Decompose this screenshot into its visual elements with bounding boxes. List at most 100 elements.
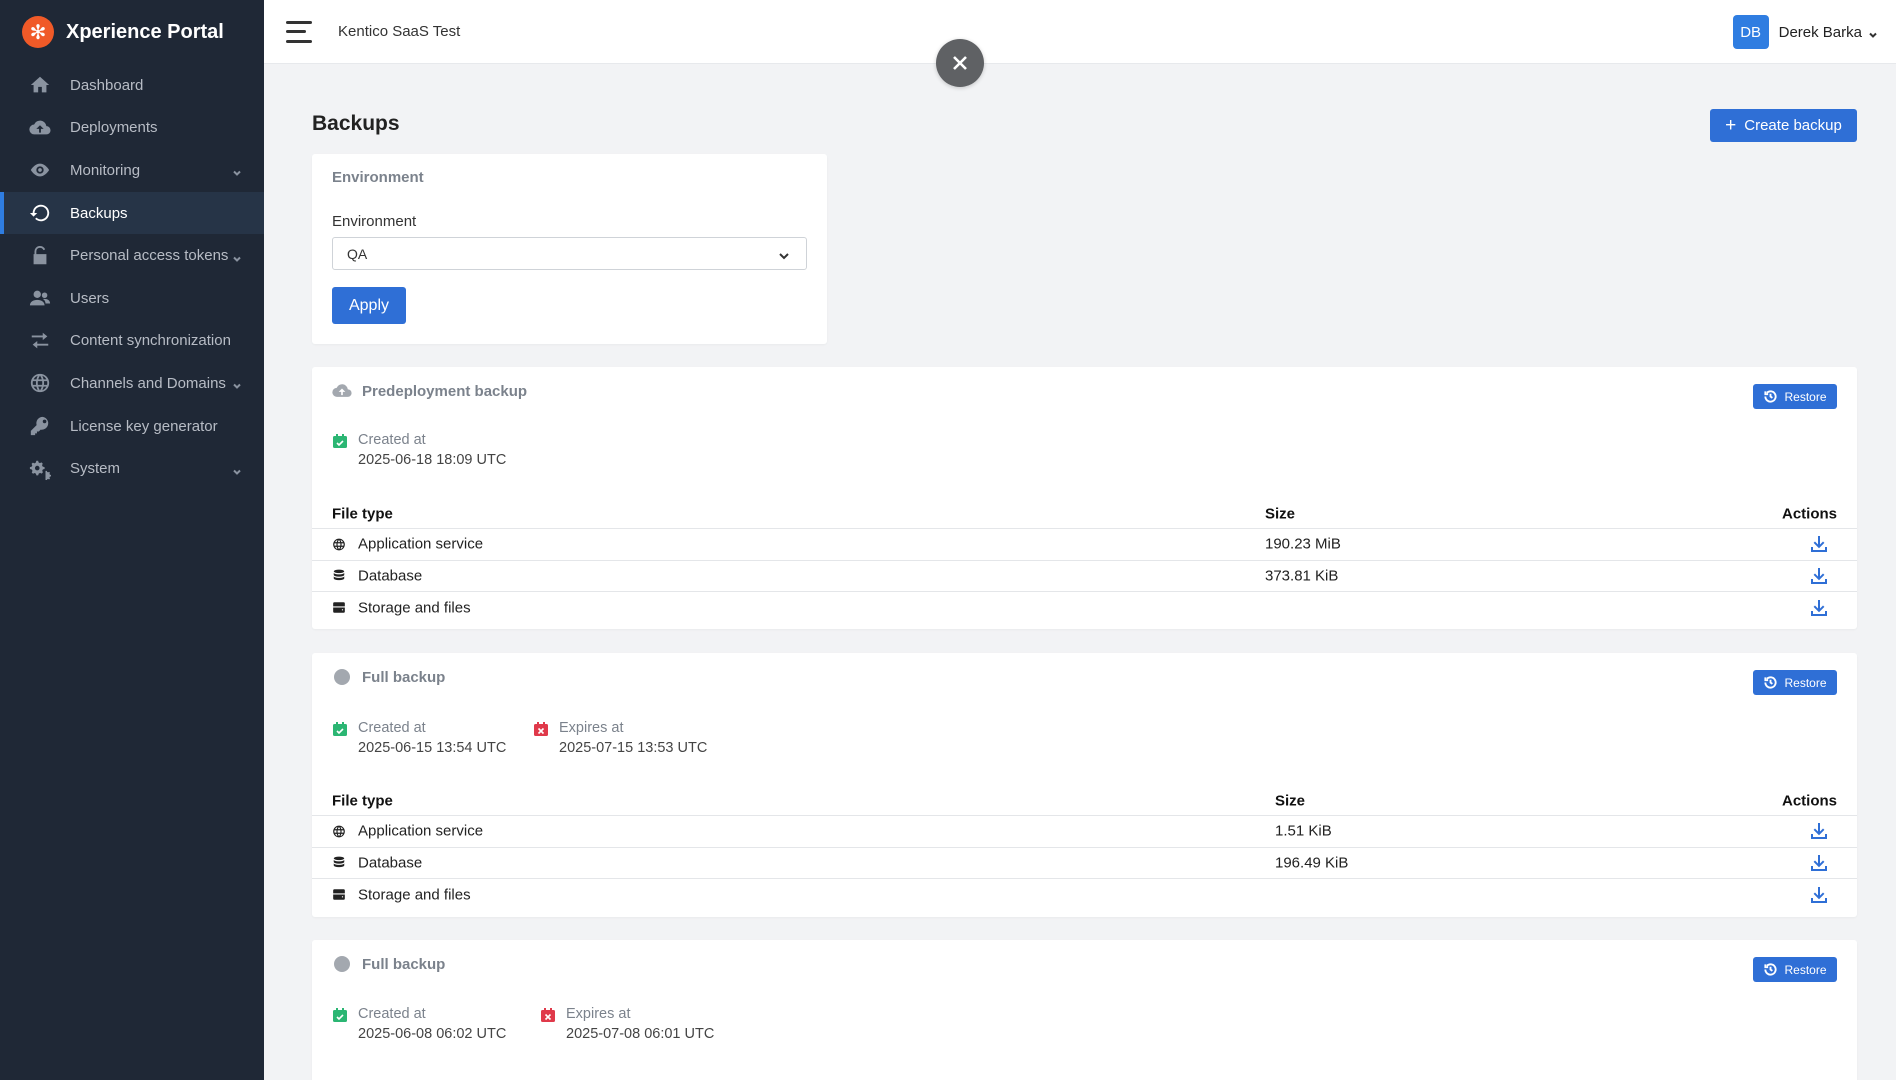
sidebar-item-personal-access-tokens[interactable]: Personal access tokens (0, 234, 264, 277)
top-header: Kentico SaaS Test DB Derek Barka (264, 0, 1896, 64)
sidebar-item-label: Content synchronization (70, 332, 231, 350)
col-actions: Actions (1781, 505, 1837, 522)
sidebar-item-monitoring[interactable]: Monitoring (0, 149, 264, 192)
created-at: Created at 2025-06-15 13:54 UTC (332, 720, 506, 756)
expires-at: Expires at 2025-07-15 13:53 UTC (533, 720, 707, 756)
brand[interactable]: ✻ Xperience Portal (0, 0, 264, 64)
sidebar-item-dashboard[interactable]: Dashboard (0, 64, 264, 107)
created-label: Created at (358, 432, 426, 448)
backup-card: Full backup Restore Created at 2025-06-1… (312, 653, 1857, 917)
restore-label: Restore (1784, 389, 1827, 404)
globe-icon (28, 371, 52, 395)
sidebar-item-system[interactable]: System (0, 447, 264, 490)
table-row: Application service 1.51 KiB (312, 816, 1857, 848)
restore-button[interactable]: Restore (1753, 957, 1837, 982)
download-icon[interactable] (1809, 853, 1829, 873)
sidebar-item-license-key-generator[interactable]: License key generator (0, 405, 264, 448)
created-label: Created at (358, 720, 426, 736)
sidebar-item-label: Backups (70, 204, 128, 222)
download-icon[interactable] (1809, 885, 1829, 905)
backup-card: Predeployment backup Restore Created at … (312, 367, 1857, 629)
close-button[interactable] (936, 39, 984, 87)
download-icon[interactable] (1809, 534, 1829, 554)
restore-button[interactable]: Restore (1753, 670, 1837, 695)
sidebar-item-users[interactable]: Users (0, 277, 264, 320)
environment-filter-card: Environment Environment QA Apply (312, 154, 827, 344)
storage-icon (332, 601, 346, 615)
environment-select[interactable]: QA (332, 237, 807, 270)
restore-icon (1764, 676, 1778, 689)
menu-toggle-icon[interactable] (286, 20, 314, 43)
download-icon[interactable] (1809, 566, 1829, 586)
backup-title: Predeployment backup (332, 381, 527, 401)
created-value: 2025-06-15 13:54 UTC (358, 740, 507, 756)
file-size: 373.81 KiB (1265, 567, 1339, 585)
cloud-upload-icon (332, 381, 352, 401)
file-type: Application service (358, 535, 484, 553)
expires-label: Expires at (566, 1006, 631, 1022)
sidebar-item-deployments[interactable]: Deployments (0, 107, 264, 150)
file-size: 190.23 MiB (1265, 535, 1341, 553)
key-icon (28, 414, 52, 438)
backup-title: Full backup (332, 954, 445, 974)
create-backup-label: Create backup (1744, 117, 1842, 134)
files-table: File type Size Actions Application servi… (312, 499, 1857, 624)
file-size: 196.49 KiB (1275, 854, 1349, 872)
environment-label: Environment (332, 213, 417, 230)
expires-value: 2025-07-15 13:53 UTC (559, 740, 708, 756)
calendar-x-icon (540, 1007, 556, 1023)
sidebar-item-label: System (70, 460, 121, 478)
calendar-check-icon (332, 1007, 348, 1023)
restore-icon (1764, 963, 1778, 976)
circle-icon (332, 667, 352, 687)
file-type: Database (358, 854, 423, 872)
sidebar-item-label: License key generator (70, 417, 218, 435)
project-name: Kentico SaaS Test (338, 23, 461, 40)
calendar-check-icon (332, 433, 348, 449)
restore-button[interactable]: Restore (1753, 384, 1837, 409)
backup-title-text: Full backup (362, 668, 446, 686)
database-icon (332, 856, 346, 870)
globe-icon (332, 824, 346, 838)
backup-title-text: Predeployment backup (362, 382, 528, 400)
download-icon[interactable] (1809, 821, 1829, 841)
table-row: Database 196.49 KiB (312, 848, 1857, 879)
database-icon (332, 569, 346, 583)
created-at: Created at 2025-06-18 18:09 UTC (332, 432, 506, 468)
chevron-down-icon (778, 249, 790, 261)
created-value: 2025-06-08 06:02 UTC (358, 1026, 507, 1042)
file-type: Storage and files (358, 599, 471, 617)
expires-label: Expires at (559, 720, 624, 736)
calendar-check-icon (332, 721, 348, 737)
home-icon (28, 73, 52, 97)
xperience-logo-icon: ✻ (22, 16, 54, 48)
chevron-down-icon (232, 251, 242, 262)
chevron-down-icon (232, 165, 242, 177)
sidebar-item-label: Personal access tokens (70, 247, 229, 265)
user-menu[interactable]: DB Derek Barka (1732, 15, 1878, 49)
restore-label: Restore (1784, 675, 1827, 690)
backup-card: Full backup Restore Created at 2025-06-0… (312, 940, 1857, 1080)
storage-icon (332, 888, 346, 902)
sidebar-item-label: Users (70, 289, 110, 307)
sidebar-item-channels-and-domains[interactable]: Channels and Domains (0, 362, 264, 405)
apply-button[interactable]: Apply (332, 287, 406, 324)
globe-icon (332, 537, 346, 551)
gears-icon (28, 457, 52, 481)
file-type: Database (358, 567, 423, 585)
col-file-type: File type (332, 792, 393, 809)
chevron-down-icon (232, 378, 242, 390)
col-actions: Actions (1781, 792, 1837, 809)
sidebar-item-label: Monitoring (70, 161, 141, 179)
created-label: Created at (358, 1006, 426, 1022)
sidebar-item-content-synchronization[interactable]: Content synchronization (0, 320, 264, 363)
create-backup-button[interactable]: + Create backup (1710, 109, 1857, 142)
app-name: Xperience Portal (66, 20, 224, 43)
lock-icon (28, 244, 52, 268)
sidebar-item-label: Channels and Domains (70, 374, 226, 392)
close-icon (953, 56, 967, 70)
download-icon[interactable] (1809, 598, 1829, 618)
table-header: File type Size Actions (312, 499, 1857, 529)
avatar: DB (1732, 15, 1769, 49)
sidebar-item-backups[interactable]: Backups (0, 191, 264, 235)
